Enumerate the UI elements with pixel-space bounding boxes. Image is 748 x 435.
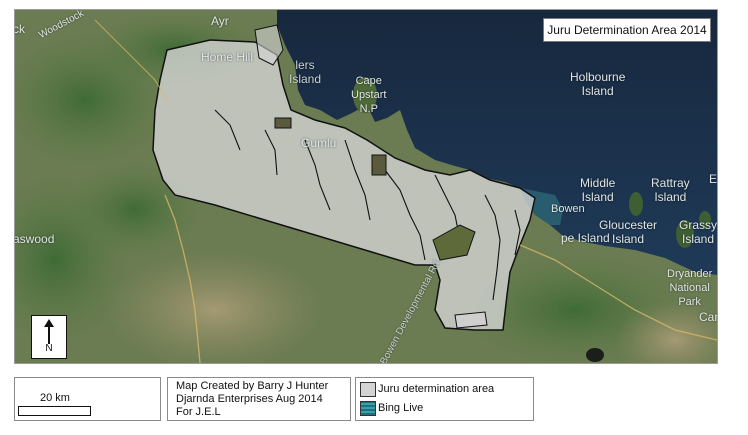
- credit-panel: Map Created by Barry J Hunter Djarnda En…: [167, 377, 351, 421]
- credit-line: For J.E.L: [176, 406, 221, 418]
- place-label-rattray-island: Rattray Island: [651, 176, 690, 204]
- middle-island-shape: [629, 192, 643, 216]
- place-label-grassy-island: Grassy Island: [679, 218, 718, 246]
- scale-panel: 20 km: [14, 377, 161, 421]
- place-label-middle-island: Middle Island: [580, 176, 616, 204]
- credit-line: Map Created by Barry J Hunter: [176, 380, 329, 392]
- parcel: [371, 154, 387, 176]
- legend-panel: Juru determination area Bing Live: [355, 377, 534, 421]
- credit-line: Djarnda Enterprises Aug 2014: [176, 393, 323, 405]
- place-label-dryander-np: Dryander National Park: [667, 268, 713, 308]
- north-label: N: [45, 343, 53, 354]
- place-label-home-hill: Home Hill: [201, 50, 254, 64]
- place-label-hope-island: pe Island: [561, 231, 610, 245]
- place-label-holbourne-island: Holbourne Island: [570, 70, 626, 98]
- place-label-cape-upstart: Cape Upstart N.P: [351, 75, 387, 115]
- scale-bar: [18, 406, 91, 416]
- legend-swatch-juru: [360, 382, 376, 397]
- legend-label-juru: Juru determination area: [378, 383, 495, 395]
- legend-label-bing: Bing Live: [378, 402, 424, 414]
- place-label-bowen: Bowen: [551, 203, 585, 215]
- north-arrow: N: [31, 315, 67, 359]
- place-label-cannonvale: Can: [699, 310, 717, 324]
- parcel: [454, 311, 488, 329]
- lake: [586, 348, 604, 362]
- place-label-ayr: Ayr: [211, 14, 229, 28]
- place-label-aswood: aswood: [14, 232, 55, 246]
- legend-swatch-bing: [360, 401, 376, 416]
- parcel: [274, 117, 292, 129]
- place-label-lers-island: lers Island: [289, 58, 322, 86]
- map-title: Juru Determination Area 2014: [543, 18, 711, 42]
- place-label-e: E: [709, 172, 718, 186]
- scale-label: 20 km: [40, 392, 70, 404]
- place-label-gumlu: Gumlu: [301, 136, 337, 150]
- map-view[interactable]: ck Woodstock Ayr Home Hill lers Island C…: [14, 9, 718, 364]
- place-label-ck: ck: [14, 22, 25, 36]
